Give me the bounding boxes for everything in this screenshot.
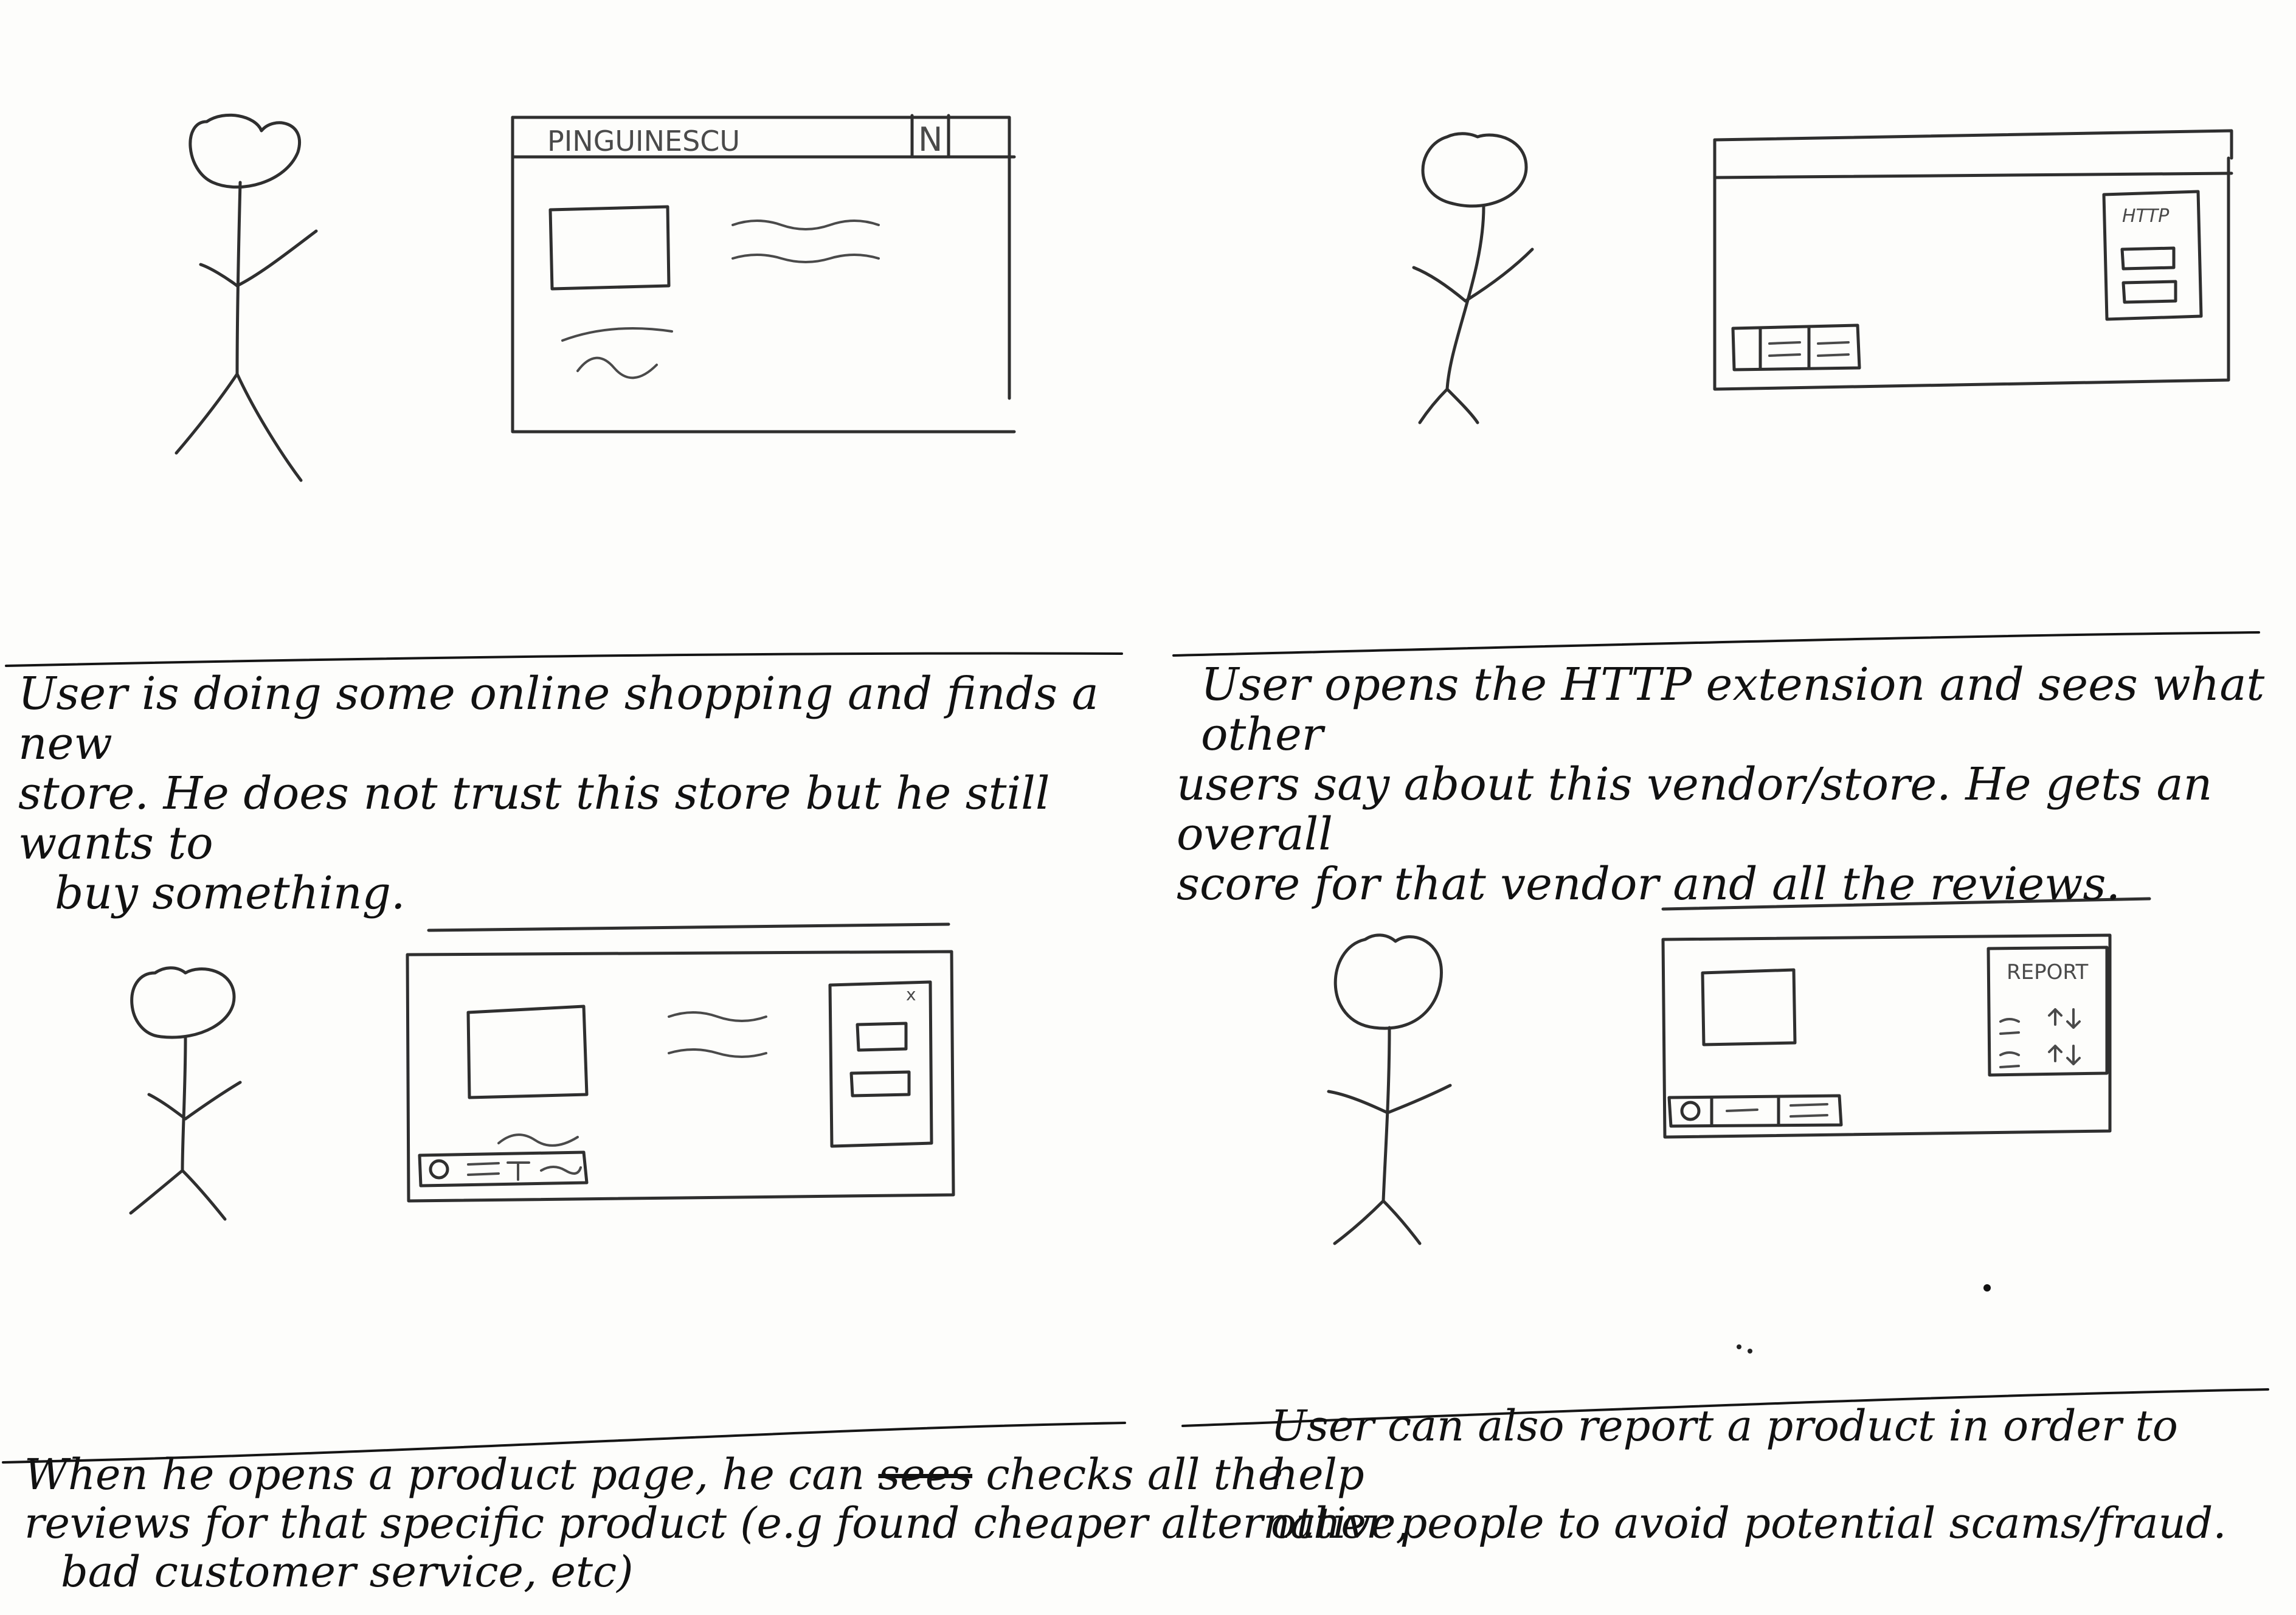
panel-4: REPORT: [1327, 897, 2151, 1245]
caption-line: User can also report a product in order …: [1271, 1401, 2178, 1499]
popup-close-icon: x: [906, 984, 916, 1005]
caption-panel-1: User is doing some online shopping and f…: [18, 669, 1113, 918]
report-label-text: REPORT: [2007, 960, 2089, 984]
caption-line: User is doing some online shopping and f…: [18, 668, 1099, 770]
extension-label-text: HTTP: [2122, 206, 2170, 227]
struck-word: sees: [878, 1450, 973, 1499]
stick-figure-3: [129, 966, 242, 1221]
caption-line: users say about this vendor/store. He ge…: [1177, 758, 2213, 860]
mock-corner-letter: N: [918, 120, 942, 159]
panel-3: x: [129, 922, 955, 1221]
stick-figure-4: [1327, 933, 1452, 1245]
caption-panel-2: User opens the HTTP extension and sees w…: [1177, 660, 2271, 909]
product-image-placeholder: [548, 205, 671, 291]
caption-divider-2: [1172, 631, 2260, 657]
panel-2: HTTP: [1412, 129, 2233, 424]
product-image-placeholder: [466, 1005, 589, 1099]
caption-divider-1: [5, 652, 1123, 667]
product-image-placeholder: [1701, 968, 1797, 1046]
browser-mock-1: PINGUINESCU N: [511, 114, 1016, 434]
browser-mock-3: x: [406, 922, 955, 1203]
mock-title-text: PINGUINESCU: [547, 125, 740, 157]
panel-1: PINGUINESCU N: [175, 113, 1016, 482]
caption-line: buy something.: [55, 867, 406, 919]
report-panel: REPORT: [1987, 946, 2109, 1077]
review-bar: [418, 1150, 589, 1188]
review-bar: [1731, 323, 1861, 372]
extension-popup: HTTP: [2102, 190, 2203, 321]
stick-figure-1: [175, 113, 318, 482]
caption-text: When he opens a product page, he can: [24, 1450, 879, 1499]
browser-mock-2: HTTP: [1713, 129, 2233, 391]
caption-panel-4: User can also report a product in order …: [1271, 1402, 2280, 1548]
caption-line: other people to avoid potential scams/fr…: [1271, 1498, 2227, 1548]
review-bar: [1667, 1094, 1843, 1128]
caption-line: score for that vendor and all the review…: [1177, 858, 2120, 910]
reviews-popup: x: [828, 980, 933, 1148]
stick-figure-2: [1412, 132, 1534, 424]
caption-line: User opens the HTTP extension and sees w…: [1201, 659, 2265, 761]
caption-text: checks all the: [972, 1450, 1284, 1499]
browser-mock-4: REPORT: [1661, 897, 2151, 1139]
caption-line: store. He does not trust this store but …: [18, 767, 1050, 870]
caption-line: bad customer service, etc): [61, 1547, 634, 1597]
